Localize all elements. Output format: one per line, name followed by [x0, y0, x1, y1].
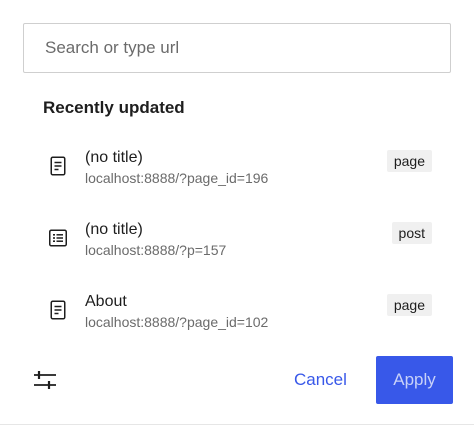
result-title: About [85, 293, 127, 310]
apply-button[interactable]: Apply [376, 356, 453, 404]
result-url: localhost:8888/?page_id=102 [85, 314, 269, 330]
post-list-icon [46, 226, 70, 250]
result-url: localhost:8888/?page_id=196 [85, 170, 269, 186]
link-settings-button[interactable] [28, 366, 60, 394]
result-type-badge: post [391, 222, 432, 244]
sliders-icon [28, 371, 60, 397]
result-title: (no title) [85, 149, 143, 166]
result-item[interactable]: (no title) localhost:8888/?page_id=196 p… [0, 138, 474, 210]
popover-footer: Cancel Apply [0, 356, 474, 404]
result-type-badge: page [386, 294, 432, 316]
page-icon [46, 154, 70, 178]
bottom-divider [0, 424, 474, 425]
section-title: Recently updated [43, 98, 185, 117]
result-item[interactable]: About localhost:8888/?page_id=102 page [0, 282, 474, 354]
search-input[interactable] [24, 24, 450, 72]
search-field [23, 23, 451, 73]
results-list: (no title) localhost:8888/?page_id=196 p… [0, 138, 474, 354]
result-type-badge: page [386, 150, 432, 172]
cancel-button[interactable]: Cancel [282, 362, 359, 398]
result-title: (no title) [85, 221, 143, 238]
page-icon [46, 298, 70, 322]
result-url: localhost:8888/?p=157 [85, 242, 227, 258]
link-control-popover: Recently updated (no title) localhost:88… [0, 0, 474, 426]
result-item[interactable]: (no title) localhost:8888/?p=157 post [0, 210, 474, 282]
